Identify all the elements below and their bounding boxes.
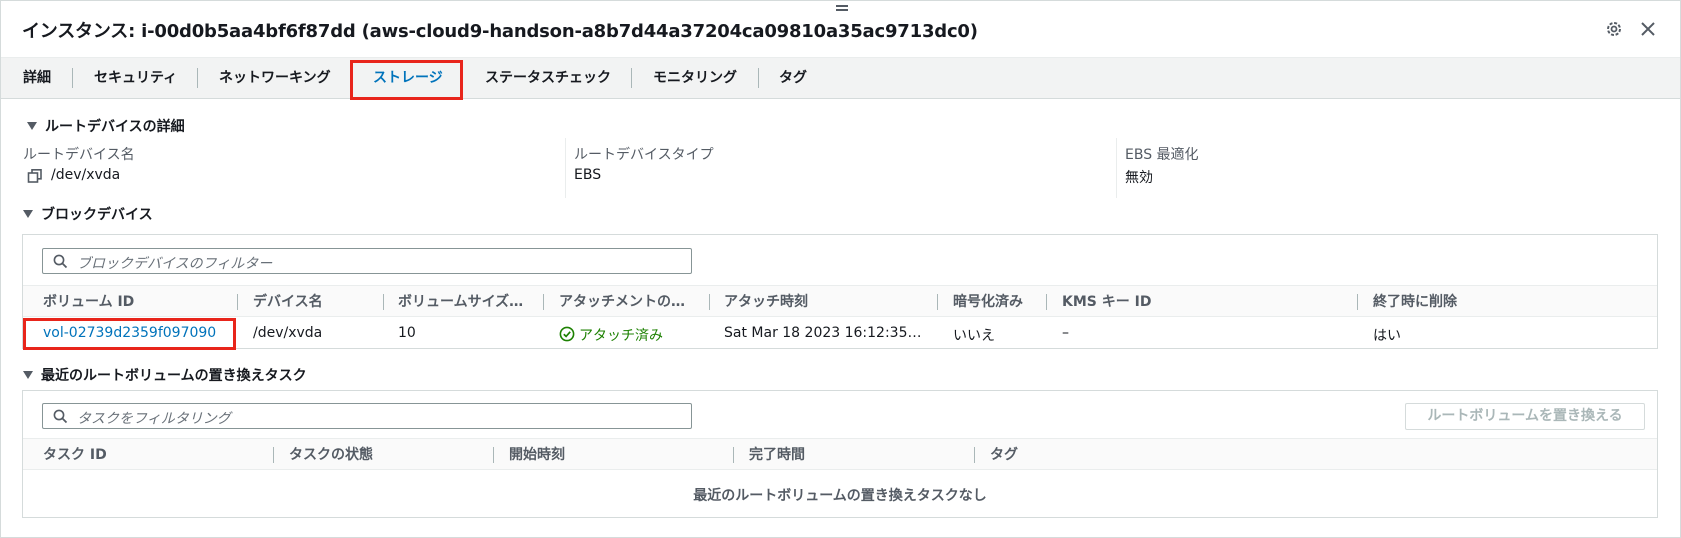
column-divider: [1116, 138, 1117, 198]
caret-down-icon: [23, 371, 33, 379]
check-circle-icon: [559, 326, 575, 346]
column-header-kms-key-id[interactable]: KMS キー ID: [1062, 286, 1262, 318]
column-divider[interactable]: [273, 447, 274, 463]
block-devices-table: ブロックデバイスのフィルター ボリューム ID デバイス名 ボリュームサイズ… …: [22, 234, 1658, 349]
empty-state-message: 最近のルートボリュームの置き換えタスクなし: [693, 488, 987, 504]
replace-root-volume-button[interactable]: ルートボリュームを置き換える: [1405, 403, 1645, 430]
column-header-tags[interactable]: タグ: [990, 439, 1190, 471]
column-header-task-state[interactable]: タスクの状態: [289, 439, 469, 471]
section-heading: ブロックデバイス: [41, 207, 153, 223]
task-filter-input[interactable]: タスクをフィルタリング: [42, 403, 692, 429]
caret-down-icon: [27, 122, 37, 130]
column-divider[interactable]: [937, 294, 938, 310]
table-header: ボリューム ID デバイス名 ボリュームサイズ… アタッチメントの… アタッチ時…: [23, 285, 1657, 317]
column-header-start-time[interactable]: 開始時刻: [509, 439, 709, 471]
column-header-volume-id[interactable]: ボリューム ID: [43, 286, 233, 318]
tab-status-checks[interactable]: ステータスチェック: [485, 58, 611, 99]
replace-tasks-section-toggle[interactable]: 最近のルートボリュームの置き換えタスク: [23, 365, 307, 385]
column-header-device-name[interactable]: デバイス名: [253, 286, 373, 318]
tab-monitoring[interactable]: モニタリング: [653, 58, 737, 99]
instance-details-panel: インスタンス: i-00d0b5aa4bf6f87dd (aws-cloud9-…: [0, 0, 1681, 538]
root-device-type-value: EBS: [574, 167, 602, 183]
tab-networking[interactable]: ネットワーキング: [219, 58, 331, 99]
device-name-cell: /dev/xvda: [253, 325, 323, 341]
kms-key-cell: –: [1062, 325, 1069, 341]
attachment-status-cell: アタッチ済み: [579, 328, 663, 344]
column-header-attachment-status[interactable]: アタッチメントの…: [559, 286, 704, 318]
column-divider[interactable]: [543, 294, 544, 310]
caret-down-icon: [23, 210, 33, 218]
panel-header: インスタンス: i-00d0b5aa4bf6f87dd (aws-cloud9-…: [1, 1, 1680, 58]
column-divider[interactable]: [383, 294, 384, 310]
attach-time-cell: Sat Mar 18 2023 16:12:35 G…: [724, 325, 924, 341]
section-heading: ルートデバイスの詳細: [45, 119, 185, 135]
volume-id-link[interactable]: vol-02739d2359f097090: [43, 325, 216, 341]
volume-size-cell: 10: [398, 325, 416, 341]
column-header-volume-size[interactable]: ボリュームサイズ…: [398, 286, 538, 318]
resize-handle-icon[interactable]: [836, 4, 848, 12]
root-device-name-value: /dev/xvda: [51, 167, 121, 183]
ebs-optimized-value: 無効: [1125, 170, 1153, 186]
column-divider[interactable]: [974, 447, 975, 463]
search-icon: [53, 409, 68, 424]
table-header: タスク ID タスクの状態 開始時刻 完了時間 タグ: [23, 438, 1657, 470]
delete-on-termination-cell: はい: [1373, 328, 1401, 344]
column-divider[interactable]: [1046, 294, 1047, 310]
tab-divider: [631, 68, 632, 88]
close-icon[interactable]: [1637, 18, 1659, 40]
block-device-filter-input[interactable]: ブロックデバイスのフィルター: [42, 248, 692, 274]
filter-placeholder: タスクをフィルタリング: [77, 411, 231, 427]
search-icon: [53, 254, 68, 269]
tab-storage[interactable]: ストレージ: [373, 58, 443, 99]
tab-divider: [197, 68, 198, 88]
tab-tags[interactable]: タグ: [779, 58, 807, 99]
column-divider[interactable]: [733, 447, 734, 463]
encrypted-cell: いいえ: [953, 328, 995, 344]
column-header-attach-time[interactable]: アタッチ時刻: [724, 286, 924, 318]
tab-divider: [72, 68, 73, 88]
root-device-name-label: ルートデバイス名: [23, 147, 135, 163]
tab-security[interactable]: セキュリティ: [94, 58, 177, 99]
column-header-delete-on-termination[interactable]: 終了時に削除: [1373, 286, 1573, 318]
column-header-task-id[interactable]: タスク ID: [43, 439, 243, 471]
section-heading: 最近のルートボリュームの置き換えタスク: [41, 368, 307, 384]
block-devices-section-toggle[interactable]: ブロックデバイス: [23, 204, 153, 224]
column-divider: [565, 138, 566, 198]
page-title: インスタンス: i-00d0b5aa4bf6f87dd (aws-cloud9-…: [22, 21, 978, 42]
filter-placeholder: ブロックデバイスのフィルター: [77, 256, 273, 272]
column-header-completion-time[interactable]: 完了時間: [749, 439, 949, 471]
column-divider[interactable]: [1357, 294, 1358, 310]
column-divider[interactable]: [237, 294, 238, 310]
copy-icon[interactable]: [27, 168, 43, 188]
tab-bar: 詳細 セキュリティ ネットワーキング ストレージ ステータスチェック モニタリン…: [1, 58, 1680, 99]
root-device-section-toggle[interactable]: ルートデバイスの詳細: [27, 116, 185, 136]
root-device-type-label: ルートデバイスタイプ: [574, 147, 714, 163]
column-divider[interactable]: [493, 447, 494, 463]
tab-details[interactable]: 詳細: [23, 58, 51, 99]
ebs-optimized-label: EBS 最適化: [1125, 147, 1199, 163]
gear-icon[interactable]: [1603, 18, 1625, 40]
column-divider[interactable]: [709, 294, 710, 310]
tab-divider: [758, 68, 759, 88]
